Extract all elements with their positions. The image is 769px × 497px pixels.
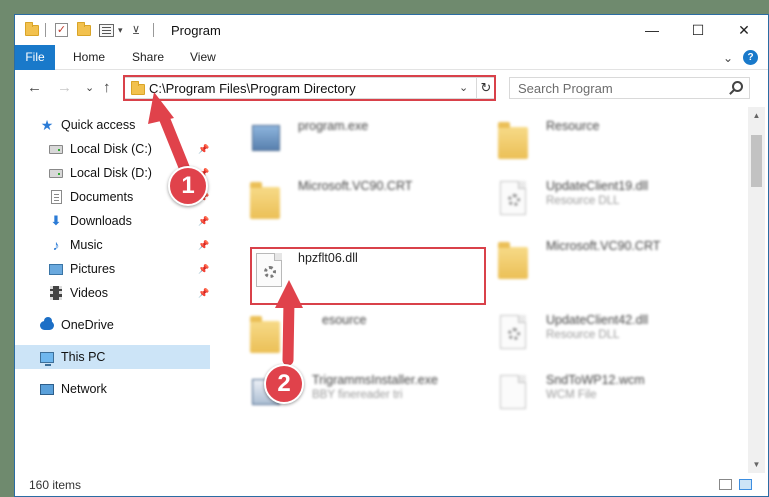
step-1-badge: 1 xyxy=(168,166,208,206)
annotation-arrows xyxy=(148,92,303,366)
step-2-badge: 2 xyxy=(264,364,304,404)
arrow-2-head xyxy=(275,280,303,308)
arrow-2-shaft xyxy=(282,294,295,366)
